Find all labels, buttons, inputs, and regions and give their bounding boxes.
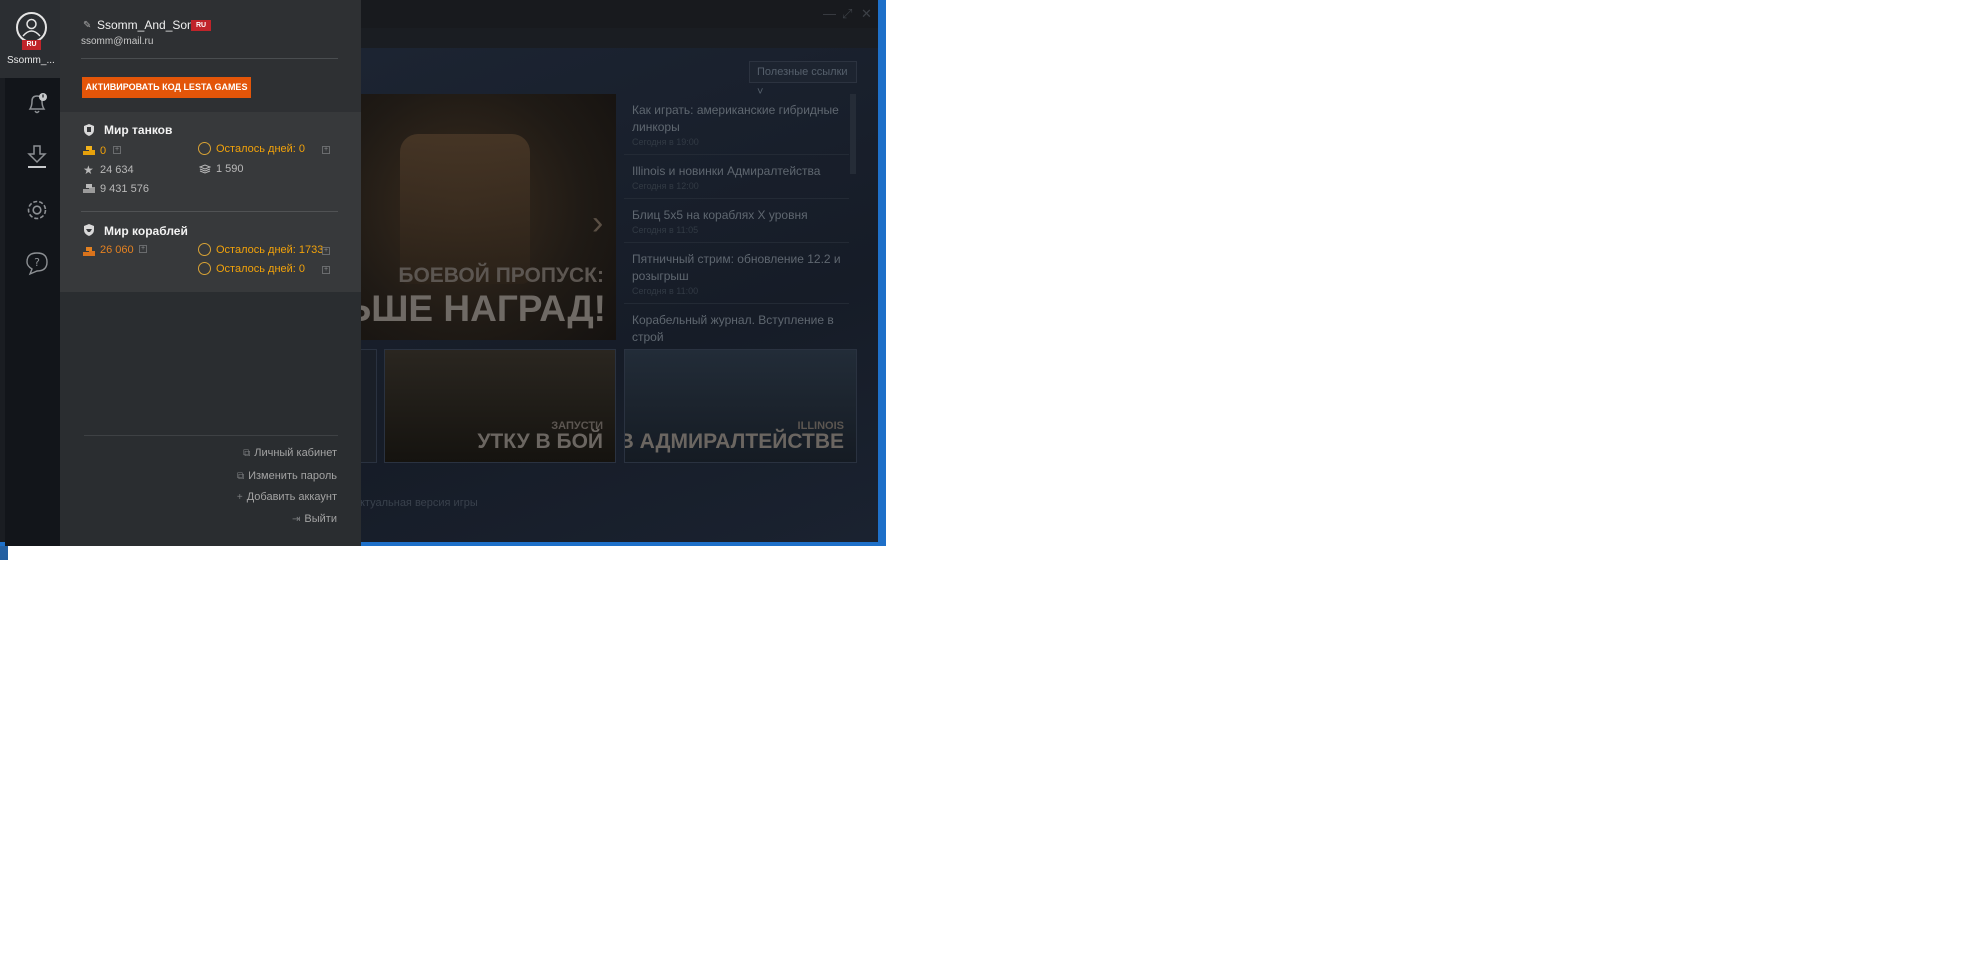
rating-star-icon: ★ [83,163,94,177]
game-version-status: ктуальная версия игры [360,497,478,509]
gold-balance: 0 [100,145,107,157]
divider [81,58,338,59]
window-border [878,0,886,546]
chevron-right-icon[interactable]: › [592,204,603,243]
link-label: Добавить аккаунт [246,491,337,503]
premium-emblem-icon [198,243,211,256]
support-question-icon[interactable]: ? [24,250,50,276]
news-title: Как играть: американские гибридные линко… [632,103,839,134]
region-badge: RU [22,40,41,50]
news-title: Корабельный журнал. Вступление в строй [632,313,834,344]
credits-balance: 9 431 576 [100,183,149,195]
game-title-ships: Мир кораблей [104,224,188,238]
plus-icon: + [236,492,243,503]
treasure-chest-image [400,134,530,284]
region-badge: RU [191,20,211,31]
email: ssomm@mail.ru [81,36,154,47]
promo-tile-illinois[interactable]: ILLINOIS В АДМИРАЛТЕЙСТВЕ [624,349,857,463]
add-account-link[interactable]: + Добавить аккаунт [237,491,337,503]
svg-text:?: ? [34,256,40,269]
external-link-icon: ⧉ [243,448,251,459]
profile-panel: ✎ Ssomm_And_Son RU ssomm@mail.ru АКТИВИР… [60,0,361,546]
plus-icon[interactable]: + [322,266,330,274]
news-item[interactable]: Корабельный журнал. Вступление в строй [624,304,849,344]
premium-emblem-icon [198,262,211,275]
logout-link[interactable]: ⇥ Выйти [292,513,337,525]
tile-title: УТКУ В БОЙ [477,430,603,453]
plus-icon[interactable]: + [322,146,330,154]
ship-emblem-icon [84,224,94,236]
download-icon[interactable] [24,143,50,169]
game-title-tanks: Мир танков [104,123,173,137]
personal-cabinet-link[interactable]: ⧉ Личный кабинет [243,447,337,459]
useful-links-dropdown[interactable]: Полезные ссылки ˅ [749,61,857,98]
divider [84,435,338,436]
notification-bell-icon[interactable] [24,91,50,117]
settings-gear-icon[interactable] [24,197,50,223]
games-balances: Мир танков 0 + Осталось дней: 0 + ★ 24 6… [60,112,361,292]
news-item[interactable]: Пятничный стрим: обновление 12.2 и розыг… [624,243,849,304]
tank-emblem-icon [84,124,94,136]
personal-rating: 24 634 [100,164,134,176]
free-xp-icon [199,164,211,174]
doubloons-balance: 26 060 [100,244,134,256]
news-time: Сегодня в 11:00 [632,286,699,296]
plus-icon[interactable]: + [322,247,330,255]
divider [81,211,338,212]
premium-days-secondary: Осталось дней: 0 [216,263,306,275]
premium-days: Осталось дней: 1733 [216,244,324,256]
plus-icon[interactable]: + [139,245,147,253]
promo-tile-duck[interactable]: ЗАПУСТИ УТКУ В БОЙ [384,349,616,463]
premium-emblem-icon [198,142,211,155]
minimize-icon[interactable]: — [823,6,836,21]
change-password-link[interactable]: ⧉ Изменить пароль [237,470,337,482]
free-xp: 1 590 [216,163,244,175]
banner-title: ОЛЬШЕ НАГРАД! [360,288,606,329]
link-label: Личный кабинет [254,447,337,459]
plus-icon[interactable]: + [113,146,121,154]
username: Ssomm_And_Son [97,18,194,32]
activate-code-button[interactable]: АКТИВИРОВАТЬ КОД LESTA GAMES [82,77,251,98]
pencil-icon[interactable]: ✎ [83,20,91,31]
news-time: Сегодня в 19:00 [632,137,699,147]
tile-title: В АДМИРАЛТЕЙСТВЕ [624,430,844,453]
news-title: Illinois и новинки Адмиралтейства [632,164,821,178]
profile-header: ✎ Ssomm_And_Son RU ssomm@mail.ru АКТИВИР… [60,0,361,112]
promo-tile[interactable] [360,349,377,463]
logout-icon: ⇥ [292,514,301,525]
link-label: Выйти [304,513,337,525]
news-list: Как играть: американские гибридные линко… [624,94,849,344]
news-title: Пятничный стрим: обновление 12.2 и розыг… [632,252,841,283]
news-scrollbar[interactable] [850,94,856,174]
close-icon[interactable]: ✕ [861,6,872,22]
external-link-icon: ⧉ [236,471,245,482]
credits-icon [83,184,95,193]
link-label: Изменить пароль [248,470,337,482]
news-item[interactable]: Illinois и новинки Адмиралтейства Сегодн… [624,155,849,199]
news-title: Блиц 5х5 на кораблях X уровня [632,208,808,222]
useful-links-label: Полезные ссылки [757,66,848,78]
news-time: Сегодня в 12:00 [632,181,699,191]
banner-subtitle: БОЕВОЙ ПРОПУСК: [398,264,604,287]
user-icon [16,12,47,43]
news-item[interactable]: Блиц 5х5 на кораблях X уровня Сегодня в … [624,199,849,243]
account-avatar-button[interactable]: RU Ssomm_... [0,0,60,78]
promo-banner[interactable]: › БОЕВОЙ ПРОПУСК: ОЛЬШЕ НАГРАД! [360,94,616,340]
sidebar-rail: ? [5,0,60,546]
news-item[interactable]: Как играть: американские гибридные линко… [624,94,849,155]
premium-days: Осталось дней: 0 [216,143,306,155]
avatar-name: Ssomm_... [7,55,55,66]
doubloons-icon [83,247,95,256]
maximize-icon[interactable]: ⤢ [842,6,852,22]
gold-coins-icon [83,146,95,155]
news-time: Сегодня в 11:05 [632,225,699,235]
